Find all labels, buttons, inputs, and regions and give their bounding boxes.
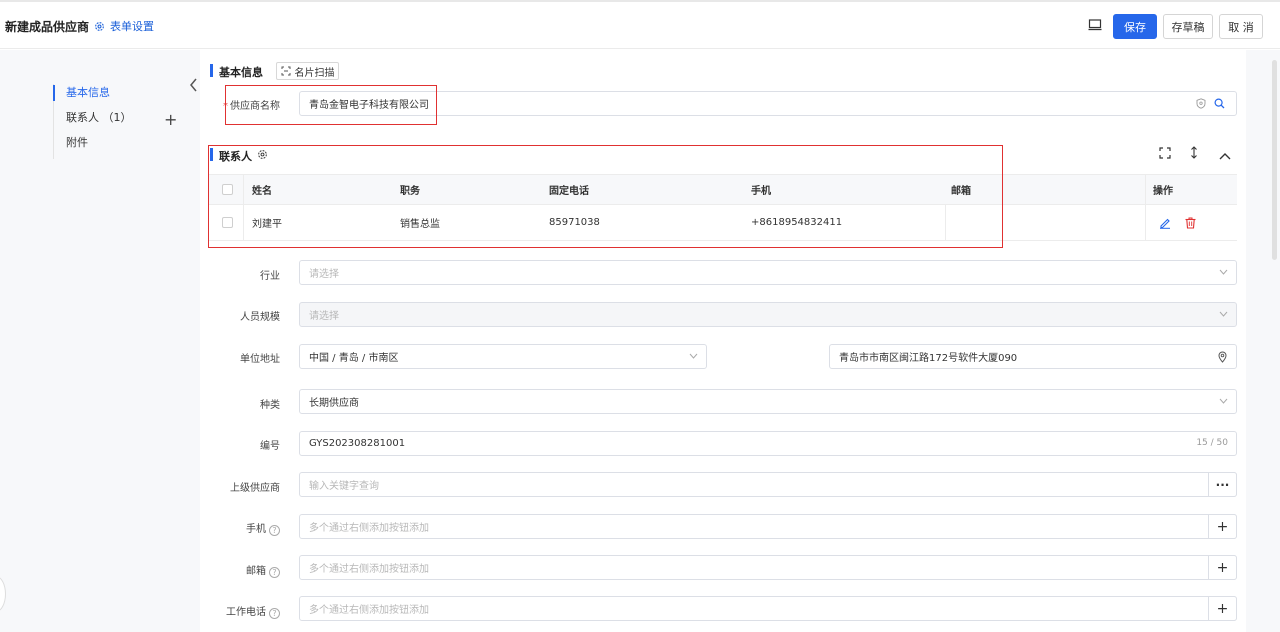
page-title: 新建成品供应商 [5, 20, 90, 34]
col-position: 职务 [400, 186, 420, 197]
mobile-label: 手机? [180, 520, 280, 536]
basic-info-title: 基本信息 [219, 66, 263, 79]
col-mobile: 手机 [751, 186, 771, 197]
code-input[interactable]: GYS202308281001 15 / 50 [299, 431, 1237, 456]
expand-vertical-icon[interactable] [1190, 146, 1198, 162]
contact-position: 销售总监 [400, 219, 440, 230]
shield-icon[interactable] [1196, 98, 1206, 112]
chevron-down-icon [1219, 268, 1228, 278]
scale-label: 人员规模 [240, 312, 280, 323]
form-settings-link[interactable]: 表单设置 [94, 18, 154, 34]
monitor-icon[interactable] [1088, 19, 1102, 31]
gear-icon[interactable] [257, 149, 268, 163]
table-row: 刘建平 销售总监 85971038 +8618954832411 [209, 205, 1237, 241]
address-label: 单位地址 [240, 354, 280, 365]
mobile-placeholder: 多个通过右侧添加按钮添加 [309, 523, 429, 534]
contact-landline: 85971038 [549, 217, 600, 228]
category-select[interactable]: 长期供应商 [299, 389, 1237, 414]
nav-item-basic-info[interactable]: 基本信息 [53, 84, 132, 109]
add-email-plus-icon[interactable]: + [1208, 555, 1237, 580]
scrollbar[interactable] [1272, 60, 1277, 260]
cancel-button[interactable]: 取 消 [1219, 14, 1263, 39]
scale-placeholder: 请选择 [309, 311, 339, 322]
help-icon[interactable]: ? [269, 567, 280, 578]
more-options-button[interactable]: ··· [1208, 472, 1237, 497]
gear-icon [94, 21, 105, 32]
code-value: GYS202308281001 [309, 438, 406, 449]
col-actions: 操作 [1153, 186, 1173, 197]
row-checkbox[interactable] [222, 217, 233, 228]
supplier-name-value: 青岛金智电子科技有限公司 [309, 100, 429, 111]
save-button[interactable]: 保存 [1113, 14, 1157, 39]
address-detail-value: 青岛市市南区闽江路172号软件大厦090 [839, 353, 1018, 364]
select-all-checkbox[interactable] [222, 184, 233, 195]
work-phone-placeholder: 多个通过右侧添加按钮添加 [309, 605, 429, 616]
email-label: 邮箱? [180, 562, 280, 578]
industry-label: 行业 [260, 271, 280, 282]
edit-icon[interactable] [1159, 217, 1171, 229]
supplier-name-label: * 供应商名称 [223, 101, 280, 112]
email-input[interactable]: 多个通过右侧添加按钮添加 + [299, 555, 1237, 580]
address-detail-input[interactable]: 青岛市市南区闽江路172号软件大厦090 [829, 344, 1237, 369]
add-mobile-plus-icon[interactable]: + [1208, 514, 1237, 539]
help-icon[interactable]: ? [269, 608, 280, 619]
category-value: 长期供应商 [309, 398, 359, 409]
address-region-select[interactable]: 中国 / 青岛 / 市南区 [299, 344, 707, 369]
col-email: 邮箱 [951, 186, 971, 197]
add-work-phone-plus-icon[interactable]: + [1208, 596, 1237, 621]
contacts-table: 姓名 职务 固定电话 手机 邮箱 操作 刘建平 销售总监 85971038 +8… [209, 174, 1237, 241]
table-header: 姓名 职务 固定电话 手机 邮箱 操作 [209, 174, 1237, 205]
location-pin-icon[interactable] [1218, 351, 1227, 366]
category-label: 种类 [260, 400, 280, 411]
nav-item-attachments[interactable]: 附件 [54, 134, 132, 159]
scan-icon [281, 66, 290, 76]
help-icon[interactable]: ? [269, 525, 280, 536]
nav-item-contacts[interactable]: 联系人 （1） [54, 109, 132, 134]
section-nav: 基本信息 联系人 （1） 附件 [53, 84, 132, 159]
add-contact-plus-icon[interactable]: + [164, 112, 177, 128]
col-name: 姓名 [252, 186, 272, 197]
form-settings-label: 表单设置 [110, 20, 154, 33]
work-phone-input[interactable]: 多个通过右侧添加按钮添加 + [299, 596, 1237, 621]
email-placeholder: 多个通过右侧添加按钮添加 [309, 564, 429, 575]
fullscreen-icon[interactable] [1159, 147, 1171, 162]
card-scan-label: 名片扫描 [294, 67, 335, 79]
section-marker [210, 148, 213, 161]
chevron-left-icon[interactable] [189, 78, 198, 96]
contact-name: 刘建平 [252, 219, 282, 230]
delete-icon[interactable] [1185, 217, 1196, 229]
parent-supplier-label: 上级供应商 [230, 483, 280, 494]
chevron-down-icon [1219, 397, 1228, 407]
code-label: 编号 [260, 441, 280, 452]
address-region-value: 中国 / 青岛 / 市南区 [309, 353, 399, 364]
parent-supplier-placeholder: 输入关键字查询 [309, 481, 379, 492]
mobile-input[interactable]: 多个通过右侧添加按钮添加 + [299, 514, 1237, 539]
card-scan-button[interactable]: 名片扫描 [276, 62, 339, 80]
section-marker [210, 64, 213, 77]
industry-select[interactable]: 请选择 [299, 260, 1237, 285]
supplier-name-input[interactable]: 青岛金智电子科技有限公司 [299, 91, 1237, 116]
contact-mobile: +8618954832411 [751, 217, 843, 228]
main-form [201, 50, 1246, 632]
chevron-down-icon [1219, 310, 1228, 320]
work-phone-label: 工作电话? [180, 603, 280, 619]
col-landline: 固定电话 [549, 186, 589, 197]
page-header: 新建成品供应商 表单设置 保存 存草稿 取 消 [0, 2, 1280, 49]
search-icon[interactable] [1214, 98, 1225, 112]
scale-select[interactable]: 请选择 [299, 302, 1237, 327]
industry-placeholder: 请选择 [309, 269, 339, 280]
contacts-title: 联系人 [219, 150, 252, 163]
char-count: 15 / 50 [1196, 438, 1228, 448]
chevron-down-icon [689, 352, 698, 362]
parent-supplier-input[interactable]: 输入关键字查询 ··· [299, 472, 1237, 497]
collapse-up-icon[interactable] [1219, 149, 1231, 163]
save-draft-button[interactable]: 存草稿 [1163, 14, 1213, 39]
